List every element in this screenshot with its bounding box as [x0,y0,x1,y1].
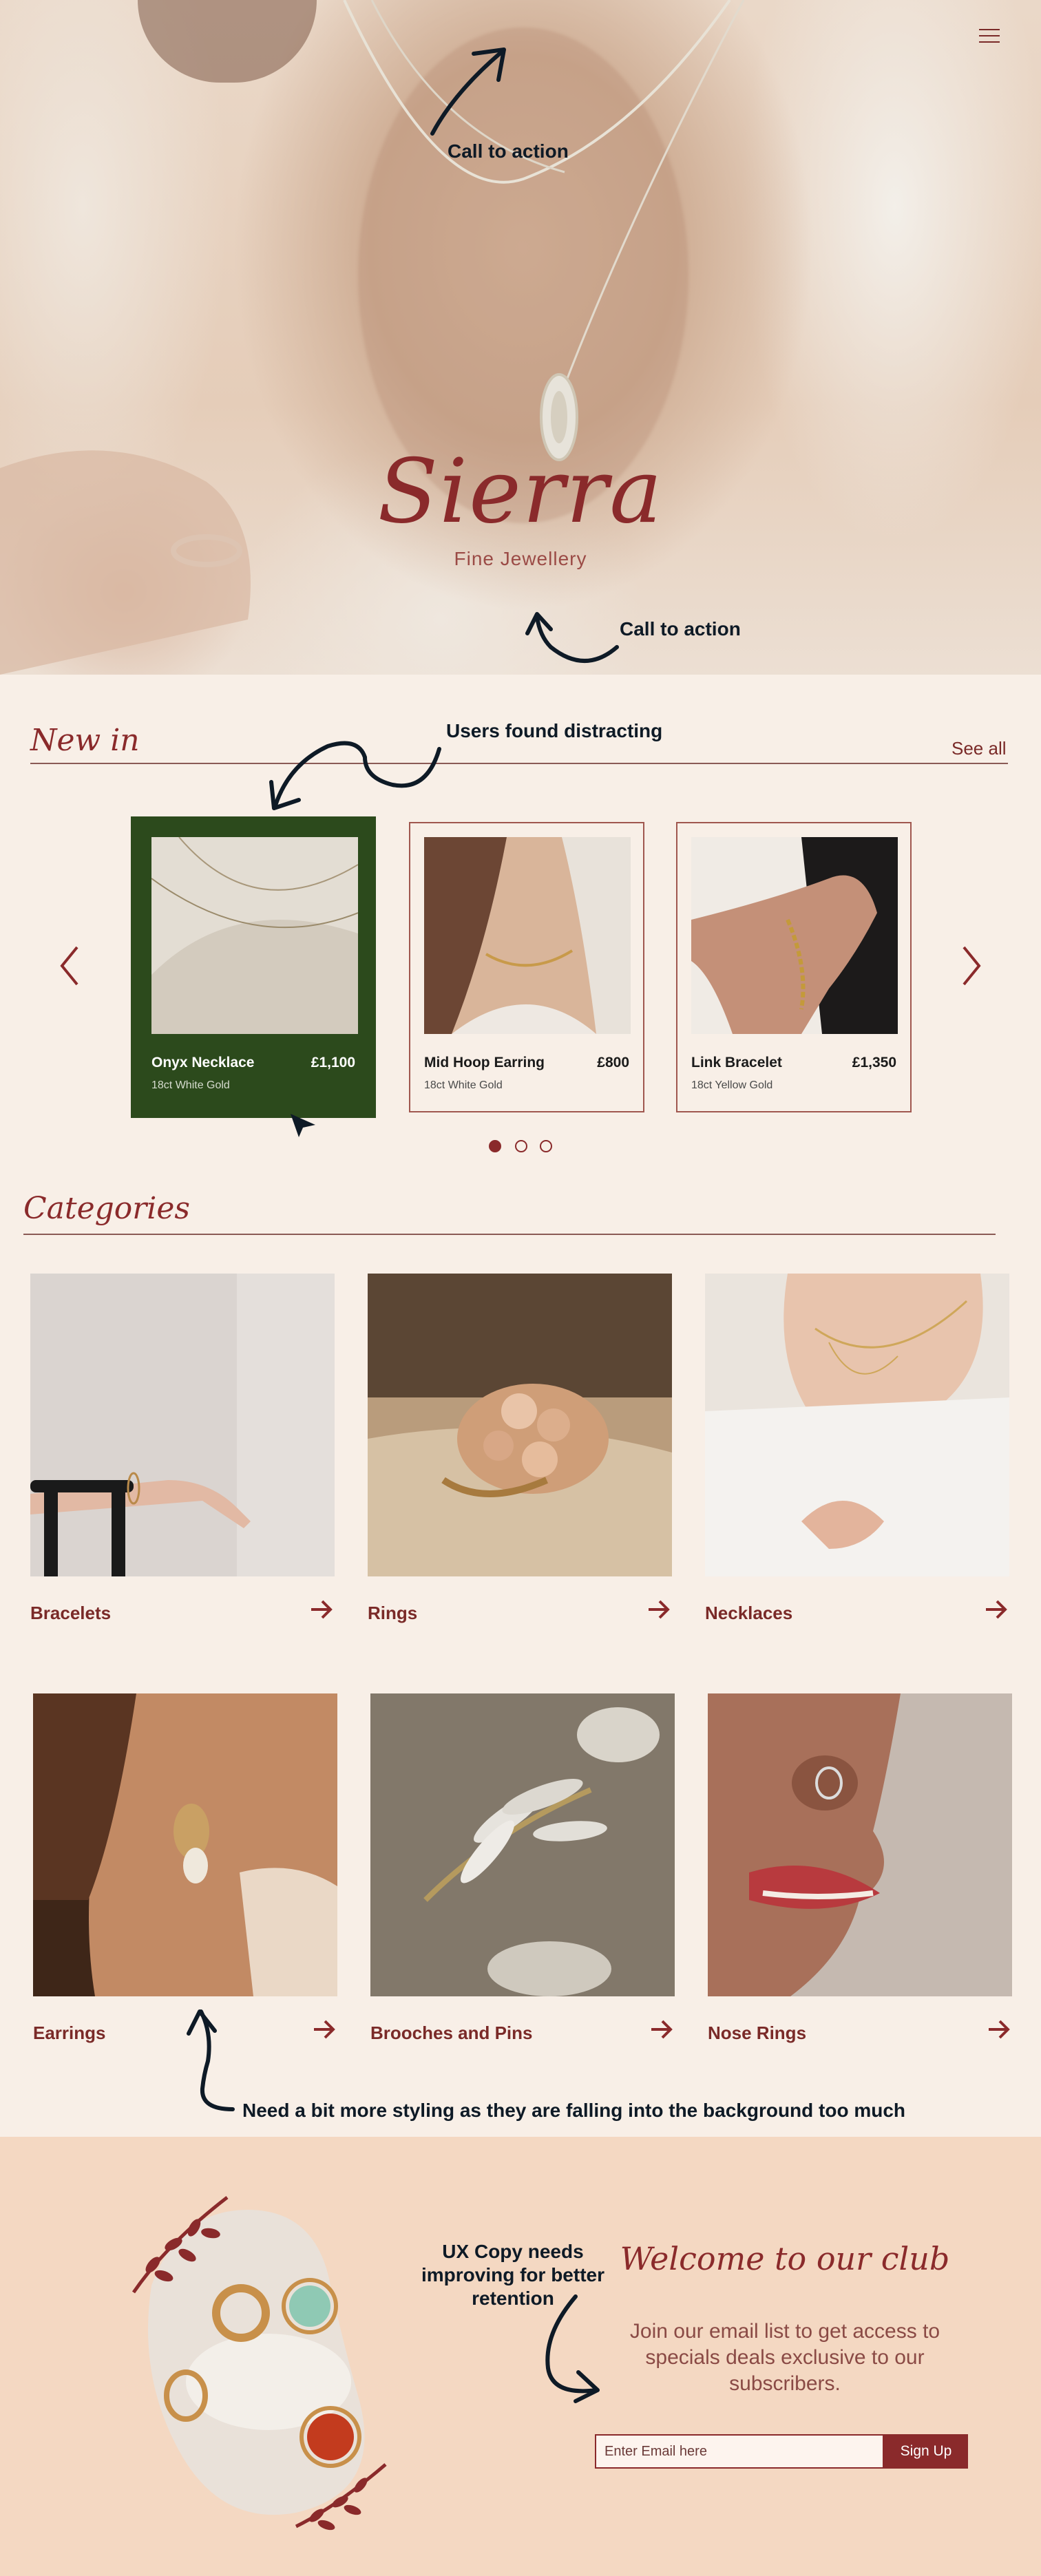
product-price: £1,100 [311,1055,355,1070]
product-price: £1,350 [852,1055,896,1070]
carousel-dot[interactable] [489,1140,501,1152]
arrow-right-icon[interactable] [310,1597,335,1622]
leaf-icon [295,2463,387,2531]
category-label[interactable]: Earrings [33,2023,106,2044]
annotation-arrow-icon [545,2294,600,2403]
annotation-note: Call to action [448,140,569,162]
newsletter-title: Welcome to our club [620,2240,950,2277]
annotation-arrow-icon [187,2009,235,2111]
annotation-arrow-icon [269,741,441,810]
annotation-note: Call to action [620,618,741,640]
product-name: Link Bracelet [691,1055,782,1070]
category-label[interactable]: Brooches and Pins [370,2023,533,2044]
categories-heading: Categories [23,1191,190,1226]
brand-tagline: Fine Jewellery [454,548,587,569]
new-in-divider [30,763,1008,764]
carousel-next-icon[interactable] [957,942,985,990]
annotation-arrow-icon [525,612,619,663]
product-metal: 18ct Yellow Gold [691,1079,773,1091]
leaf-icon [132,2196,229,2294]
product-metal: 18ct White Gold [424,1079,503,1091]
product-metal: 18ct White Gold [151,1079,230,1091]
category-label[interactable]: Nose Rings [708,2023,806,2044]
product-card[interactable]: Onyx Necklace £1,100 18ct White Gold [131,816,376,1118]
carousel-prev-icon[interactable] [56,942,84,990]
product-card[interactable]: Link Bracelet £1,350 18ct Yellow Gold [676,822,912,1112]
annotation-arrow-icon [430,47,506,136]
category-label[interactable]: Bracelets [30,1603,111,1624]
category-image [30,1274,335,1576]
category-image [33,1693,337,1996]
categories-divider [23,1234,996,1235]
product-card[interactable]: Mid Hoop Earring £800 18ct White Gold [409,822,644,1112]
category-image [708,1693,1012,1996]
annotation-note: Need a bit more styling as they are fall… [242,2100,906,2121]
arrow-right-icon[interactable] [313,2017,337,2042]
email-input[interactable] [595,2434,884,2469]
product-price: £800 [597,1055,629,1070]
product-name: Mid Hoop Earring [424,1055,545,1070]
arrow-right-icon[interactable] [985,1597,1009,1622]
product-name: Onyx Necklace [151,1055,255,1070]
category-image [705,1274,1009,1576]
sign-up-button[interactable]: Sign Up [884,2434,968,2469]
arrow-right-icon[interactable] [650,2017,675,2042]
see-all-link[interactable]: See all [951,738,1007,759]
category-label[interactable]: Necklaces [705,1603,792,1624]
category-image [370,1693,675,1996]
new-in-heading: New in [30,723,140,758]
carousel-dot[interactable] [540,1140,552,1152]
category-label[interactable]: Rings [368,1603,417,1624]
hero-photo-jewellery [0,0,745,675]
brand-logo: Sierra [377,441,664,543]
cursor-icon [291,1114,315,1137]
carousel-dot[interactable] [515,1140,527,1152]
product-image [691,837,898,1034]
arrow-right-icon[interactable] [987,2017,1012,2042]
menu-icon[interactable] [978,26,1001,45]
arrow-right-icon[interactable] [647,1597,672,1622]
newsletter-description: Join our email list to get access to spe… [629,2320,940,2395]
product-image [424,837,631,1034]
annotation-note: Users found distracting [446,720,663,741]
hero-banner: Sierra Fine Jewellery Call to action Cal… [0,0,1041,675]
category-image [368,1274,672,1576]
product-image [151,837,358,1034]
